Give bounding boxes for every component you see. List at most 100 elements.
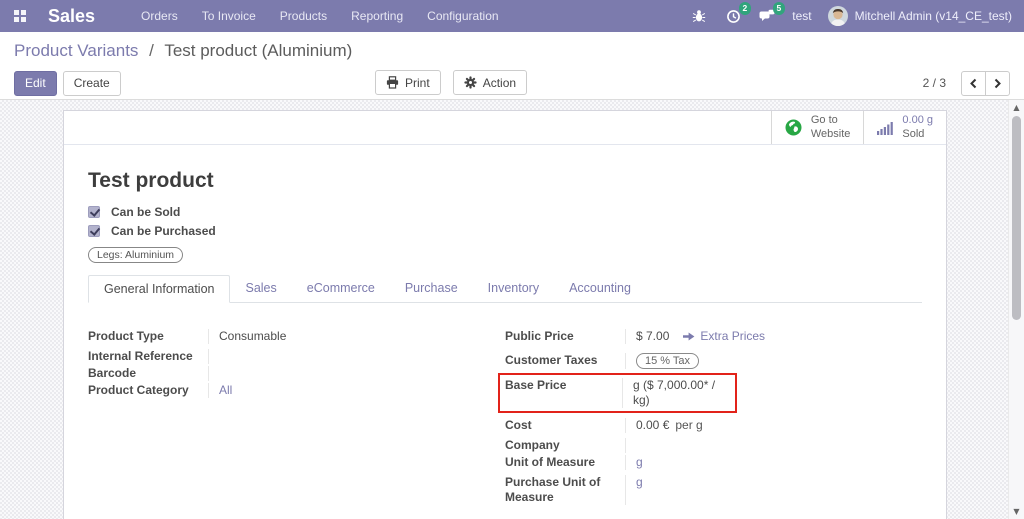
base-price-label: Base Price: [505, 378, 567, 392]
barcode-row: Barcode: [88, 366, 459, 381]
variant-tag: Legs: Aluminium: [88, 247, 184, 263]
can-be-purchased-checkbox[interactable]: [88, 224, 100, 237]
breadcrumb-parent-link[interactable]: Product Variants: [14, 41, 138, 60]
print-label: Print: [405, 75, 430, 90]
right-field-group: Public Price $ 7.00 Extra Prices Customer…: [498, 329, 922, 510]
public-price-row: Public Price $ 7.00 Extra Prices: [505, 329, 812, 344]
activities-button[interactable]: 2: [724, 2, 752, 25]
breadcrumb-separator: /: [149, 41, 154, 60]
unit-of-measure-row: Unit of Measure g: [505, 455, 812, 470]
product-category-link[interactable]: All: [219, 383, 232, 397]
internal-reference-row: Internal Reference: [88, 349, 459, 364]
vertical-scrollbar[interactable]: ▲ ▼: [1008, 100, 1024, 519]
go-to-website-button[interactable]: Go to Website: [770, 111, 864, 144]
scroll-down-arrow[interactable]: ▼: [1009, 507, 1024, 516]
app-brand[interactable]: Sales: [48, 6, 95, 27]
sold-stat-value: 0.00 g: [902, 113, 933, 126]
message-count-badge: 5: [772, 2, 786, 15]
can-be-purchased-label: Can be Purchased: [111, 223, 216, 238]
top-navbar: Sales Orders To Invoice Products Reporti…: [0, 0, 1024, 32]
product-title: Test product: [88, 169, 214, 192]
print-button[interactable]: Print: [375, 70, 441, 95]
action-label: Action: [482, 75, 517, 90]
cost-value: 0.00 €: [636, 418, 670, 432]
database-name: test: [792, 9, 812, 23]
chevron-right-icon: [994, 78, 1001, 88]
purchase-uom-label: Purchase Unit of Measure: [505, 475, 601, 504]
printer-icon: [386, 76, 399, 89]
create-button[interactable]: Create: [62, 70, 121, 96]
scrollbar-thumb[interactable]: [1012, 116, 1021, 320]
product-category-label: Product Category: [88, 383, 189, 397]
sold-stat-label: Sold: [902, 127, 925, 140]
menu-to-invoice[interactable]: To Invoice: [190, 0, 268, 32]
user-avatar: [827, 6, 848, 26]
user-name: Mitchell Admin (v14_CE_test): [854, 9, 1012, 23]
control-panel: Product Variants / Test product (Alumini…: [0, 32, 1024, 100]
action-button-group: Print Action: [375, 70, 528, 95]
barcode-value: [208, 366, 459, 381]
tab-general-information[interactable]: General Information: [88, 275, 231, 303]
scroll-up-arrow[interactable]: ▲: [1009, 103, 1024, 112]
user-menu[interactable]: Mitchell Admin (v14_CE_test): [827, 6, 1012, 26]
unit-of-measure-label: Unit of Measure: [505, 455, 596, 469]
purchase-uom-link[interactable]: g: [636, 475, 643, 489]
tab-ecommerce[interactable]: eCommerce: [292, 275, 390, 303]
gear-icon: [464, 76, 477, 89]
can-be-purchased-row: Can be Purchased: [88, 221, 922, 240]
action-button[interactable]: Action: [452, 70, 528, 95]
product-type-row: Product Type Consumable: [88, 329, 459, 344]
control-panel-buttons: Edit Create Print Action 2 / 3: [14, 70, 1010, 96]
internal-reference-value: [208, 349, 459, 364]
pager-previous-button[interactable]: [961, 70, 986, 96]
barcode-label: Barcode: [88, 366, 137, 380]
bar-chart-icon: [877, 121, 894, 135]
go-to-website-line2: Website: [810, 127, 851, 140]
menu-orders[interactable]: Orders: [129, 0, 190, 32]
can-be-sold-checkbox[interactable]: [88, 205, 100, 218]
menu-configuration[interactable]: Configuration: [415, 0, 510, 32]
general-information-groups: Product Type Consumable Internal Referen…: [88, 303, 922, 510]
product-category-row: Product Category All: [88, 383, 459, 398]
form-view-area: Go to Website 0.00 g Sold Test product C…: [0, 100, 1024, 519]
cost-label: Cost: [505, 418, 532, 432]
extra-prices-link[interactable]: Extra Prices: [700, 329, 765, 343]
arrow-right-icon: [683, 332, 695, 341]
public-price-label: Public Price: [505, 329, 574, 343]
messages-button[interactable]: 5: [758, 2, 786, 25]
company-row: Company: [505, 438, 812, 453]
tab-sales[interactable]: Sales: [230, 275, 291, 303]
tab-inventory[interactable]: Inventory: [473, 275, 554, 303]
cost-suffix: per g: [675, 418, 703, 432]
chevron-left-icon: [970, 78, 977, 88]
can-be-sold-label: Can be Sold: [111, 204, 181, 219]
activity-count-badge: 2: [738, 2, 752, 15]
unit-of-measure-link[interactable]: g: [636, 455, 643, 469]
apps-menu-button[interactable]: [8, 4, 32, 28]
pager-next-button[interactable]: [985, 70, 1010, 96]
breadcrumb-current: Test product (Aluminium): [164, 41, 353, 60]
tab-purchase[interactable]: Purchase: [390, 275, 473, 303]
globe-icon: [785, 119, 802, 136]
can-be-sold-row: Can be Sold: [88, 202, 922, 221]
public-price-value: $ 7.00: [636, 329, 670, 343]
menu-products[interactable]: Products: [268, 0, 339, 32]
product-type-value: Consumable: [208, 329, 459, 344]
sold-stat-button[interactable]: 0.00 g Sold: [863, 111, 946, 144]
tab-accounting[interactable]: Accounting: [554, 275, 646, 303]
apps-grid-icon: [14, 10, 26, 22]
debug-bug-icon[interactable]: [690, 7, 708, 25]
breadcrumb: Product Variants / Test product (Alumini…: [14, 41, 1010, 61]
customer-taxes-row: Customer Taxes 15 % Tax: [505, 353, 812, 369]
menu-reporting[interactable]: Reporting: [339, 0, 415, 32]
product-type-label: Product Type: [88, 329, 164, 343]
bug-icon: [693, 10, 706, 23]
edit-button[interactable]: Edit: [14, 70, 57, 96]
customer-taxes-label: Customer Taxes: [505, 353, 598, 367]
base-price-annotation-box: Base Price g ($ 7,000.00* / kg): [498, 373, 737, 413]
company-value: [625, 438, 812, 453]
top-menu-bar: Orders To Invoice Products Reporting Con…: [129, 0, 511, 32]
company-label: Company: [505, 438, 560, 452]
product-form-sheet: Go to Website 0.00 g Sold Test product C…: [63, 110, 947, 519]
pager: 2 / 3: [923, 70, 1010, 96]
